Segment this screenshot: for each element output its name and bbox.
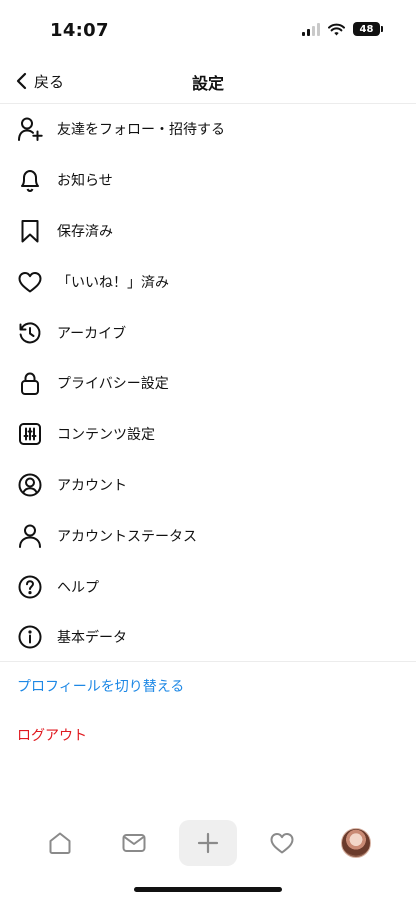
menu-item-label: お知らせ [57, 173, 113, 190]
menu-item-liked[interactable]: 「いいね！」済み [0, 256, 416, 307]
help-icon [17, 574, 43, 600]
tab-home[interactable] [37, 820, 83, 866]
menu-item-label: 友達をフォロー・招待する [57, 122, 225, 139]
battery-icon: 48 [353, 22, 383, 36]
history-icon [17, 320, 43, 346]
avatar [341, 828, 371, 858]
signal-icon [302, 22, 320, 36]
menu-item-saved[interactable]: 保存済み [0, 206, 416, 257]
mail-icon [122, 834, 146, 852]
tab-bar [0, 818, 416, 868]
person-icon [17, 523, 43, 549]
bell-icon [17, 167, 43, 193]
status-icons: 48 [302, 22, 383, 36]
menu-item-notifications[interactable]: お知らせ [0, 155, 416, 206]
menu-item-about[interactable]: 基本データ [0, 612, 416, 663]
menu-item-privacy[interactable]: プライバシー設定 [0, 358, 416, 409]
heart-icon [270, 833, 294, 854]
add-person-icon [17, 116, 43, 142]
menu-item-label: コンテンツ設定 [57, 427, 155, 444]
menu-item-label: ヘルプ [57, 579, 99, 596]
menu-item-account[interactable]: アカウント [0, 460, 416, 511]
tab-messages[interactable] [111, 820, 157, 866]
menu-item-invite-friends[interactable]: 友達をフォロー・招待する [0, 104, 416, 155]
menu-item-label: アカウント [57, 477, 127, 494]
logout-button[interactable]: ログアウト [17, 725, 87, 745]
menu-item-label: 保存済み [57, 223, 113, 240]
nav-header: 戻る 設定 [0, 58, 416, 104]
menu-item-label: プライバシー設定 [57, 376, 169, 393]
battery-level: 48 [359, 23, 374, 35]
sliders-icon [17, 421, 43, 447]
menu-item-archive[interactable]: アーカイブ [0, 307, 416, 358]
menu-item-content-settings[interactable]: コンテンツ設定 [0, 409, 416, 460]
tab-profile[interactable] [333, 820, 379, 866]
page-title: 設定 [191, 74, 224, 93]
switch-profile-link[interactable]: プロフィールを切り替える [17, 676, 184, 696]
menu-item-label: 「いいね！」済み [57, 274, 169, 291]
status-time: 14:07 [50, 20, 109, 41]
status-bar: 14:07 48 [0, 0, 416, 60]
lock-icon [17, 370, 43, 396]
menu-item-account-status[interactable]: アカウントステータス [0, 510, 416, 561]
menu-item-label: アーカイブ [57, 325, 127, 342]
menu-item-help[interactable]: ヘルプ [0, 561, 416, 612]
account-circle-icon [17, 472, 43, 498]
menu-item-label: 基本データ [57, 630, 127, 647]
info-icon [17, 624, 43, 650]
plus-icon [197, 832, 219, 854]
settings-menu: 友達をフォロー・招待する お知らせ 保存済み 「いいね！」済み アーカイブ プラ… [0, 104, 416, 663]
home-indicator [134, 887, 282, 892]
tab-activity[interactable] [259, 820, 305, 866]
wifi-icon [328, 23, 345, 35]
menu-item-label: アカウントステータス [57, 528, 197, 545]
heart-icon [17, 269, 43, 295]
home-icon [49, 832, 71, 854]
bookmark-icon [17, 218, 43, 244]
section-divider [0, 661, 416, 662]
tab-create[interactable] [179, 820, 237, 866]
